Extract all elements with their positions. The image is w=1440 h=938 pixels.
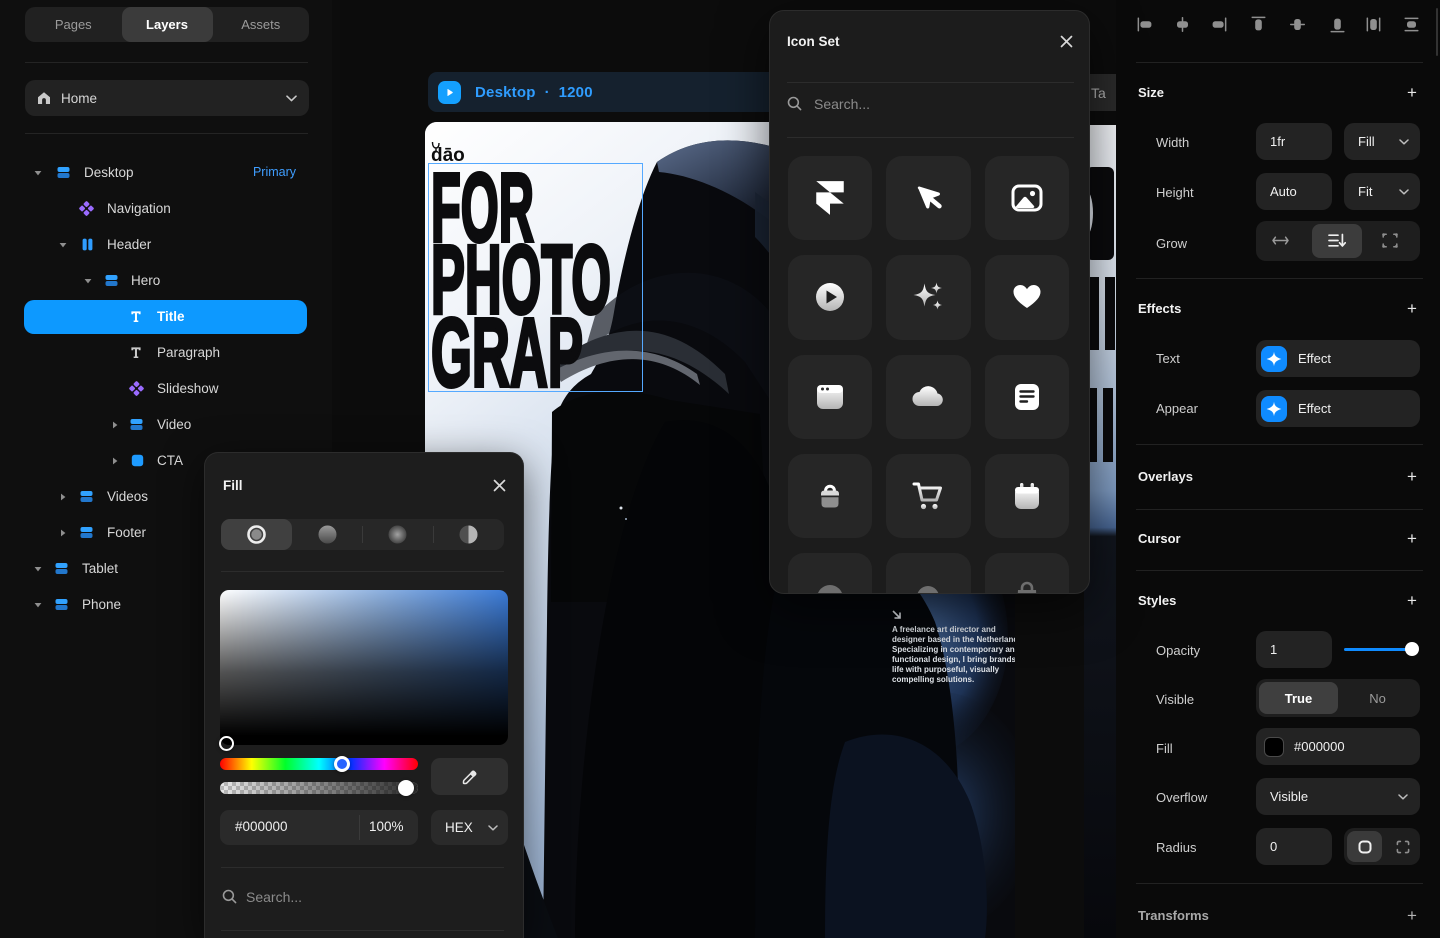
svg-text:Specializing in contemporary a: Specializing in contemporary and	[892, 645, 1015, 654]
svg-text:life with purposeful, visually: life with purposeful, visually	[892, 665, 1000, 674]
svg-text:designer based in the Netherla: designer based in the Netherlands.	[892, 635, 1015, 644]
svg-text:A freelance art director and: A freelance art director and	[892, 625, 996, 634]
svg-text:compelling solutions.: compelling solutions.	[892, 675, 974, 684]
svg-text:functional design, I bring bra: functional design, I bring brands to	[892, 655, 1015, 664]
